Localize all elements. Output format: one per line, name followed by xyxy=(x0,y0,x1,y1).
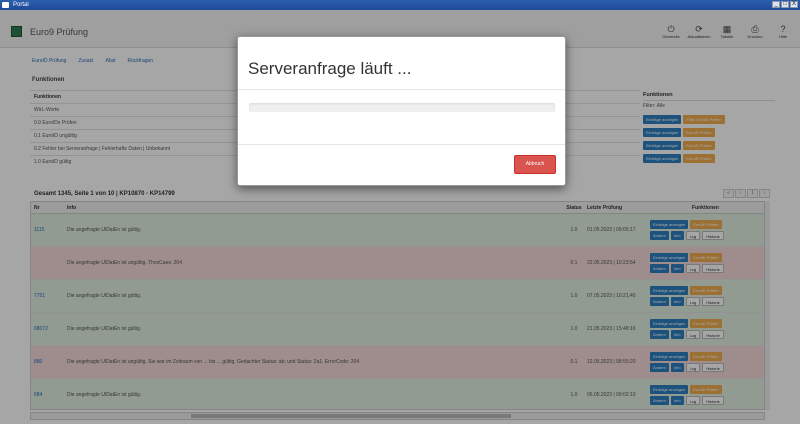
maximize-button[interactable]: □ xyxy=(781,1,789,8)
window-title: Portal xyxy=(13,2,29,8)
progress-bar xyxy=(249,103,555,112)
dialog-title: Serveranfrage läuft ... xyxy=(248,59,412,78)
minimize-button[interactable]: _ xyxy=(772,1,780,8)
close-button[interactable]: X xyxy=(790,1,798,8)
cancel-button[interactable]: Abbruch xyxy=(514,155,556,174)
window-controls: _ □ X xyxy=(772,1,798,8)
divider xyxy=(238,144,565,145)
request-dialog: Serveranfrage läuft ... Abbruch xyxy=(237,36,566,186)
app-window-icon xyxy=(2,2,9,8)
divider xyxy=(238,89,565,90)
window-titlebar: Portal _ □ X xyxy=(0,0,800,10)
